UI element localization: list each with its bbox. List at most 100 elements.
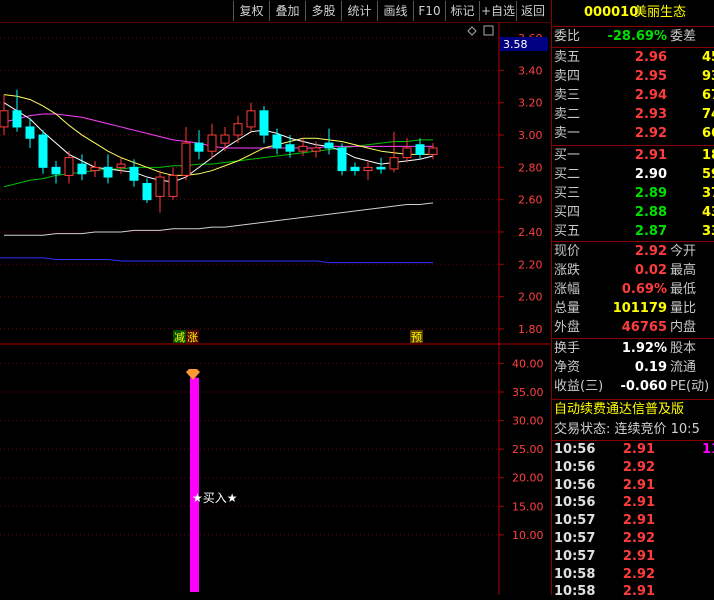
- moving-average-line-ma60: [4, 202, 434, 236]
- indicator-tick-label: 10.00: [512, 529, 544, 542]
- kline-chart[interactable]: 3.603.403.203.002.802.602.402.202.001.80…: [0, 22, 550, 595]
- stat-value: 0.69%: [621, 282, 667, 297]
- sell-level-label: 卖二: [554, 107, 581, 122]
- candle-body: [51, 166, 61, 175]
- stat-row: 涨幅 0.69% 最低: [552, 281, 714, 299]
- stat-row: 总量 101179 量比: [552, 300, 714, 318]
- chart-toolbar: 复权 叠加 多股 统计 画线 F10 标记 +自选 返回: [0, 0, 550, 22]
- tick-time: 10:56: [554, 459, 596, 475]
- candle-body: [298, 145, 308, 152]
- weibi-value: -28.69%: [607, 29, 667, 44]
- candle-body: [0, 110, 9, 128]
- sell-level-label: 卖五: [554, 50, 581, 65]
- tick-row: 10:56 2.91: [552, 477, 714, 494]
- buy-level-price: 2.87: [634, 224, 667, 239]
- candle-body: [376, 166, 386, 170]
- kline-chart-area[interactable]: 3.603.403.203.002.802.602.402.202.001.80…: [0, 22, 550, 595]
- tick-time: 10:56: [554, 495, 596, 511]
- draw-line-button[interactable]: 画线: [377, 1, 413, 21]
- sell-level-row[interactable]: 卖五 2.96 45: [552, 49, 714, 67]
- buy-level-row[interactable]: 买一 2.91 18: [552, 147, 714, 165]
- back-button[interactable]: 返回: [516, 1, 549, 21]
- fin-label: 换手: [554, 341, 581, 356]
- promo-banner-text[interactable]: 自动续费通达信普及版: [554, 401, 684, 419]
- moving-average-line-ma20: [3, 113, 433, 149]
- tick-price: 2.91: [622, 442, 655, 457]
- indicator-tick-label: 30.00: [512, 415, 544, 428]
- candle-body: [90, 166, 100, 172]
- stat-label-2: 量比: [670, 301, 697, 316]
- sell-level-row[interactable]: 卖二 2.93 74: [552, 106, 714, 124]
- multi-stock-button[interactable]: 多股: [305, 1, 341, 21]
- add-favorite-button[interactable]: +自选: [479, 1, 516, 21]
- stat-row: 现价 2.92 今开: [552, 243, 714, 261]
- fuquan-button[interactable]: 复权: [233, 1, 269, 21]
- trade-status-text: 交易状态: 连续竞价 10:5: [554, 422, 700, 437]
- stat-label: 总量: [554, 301, 581, 316]
- yu-marker: 预: [411, 331, 422, 344]
- sell-level-row[interactable]: 卖四 2.95 93: [552, 68, 714, 86]
- stat-label: 外盘: [554, 320, 581, 335]
- fin-value: 0.19: [634, 360, 667, 375]
- tick-time: 10:58: [554, 584, 596, 600]
- promo-banner[interactable]: 自动续费通达信普及版: [552, 401, 714, 419]
- sell-level-volume: 74: [702, 107, 714, 122]
- indicator-tick-label: 35.00: [512, 386, 544, 399]
- tick-row: 10:57 2.92: [552, 530, 714, 547]
- buy-level-row[interactable]: 买五 2.87 33: [552, 223, 714, 241]
- sell-level-label: 卖三: [554, 88, 581, 103]
- sell-level-row[interactable]: 卖三 2.94 67: [552, 87, 714, 105]
- candle-body: [194, 142, 204, 152]
- expand-icon: [483, 25, 494, 36]
- fin-value: -0.060: [620, 379, 667, 394]
- buy-level-row[interactable]: 买四 2.88 43: [552, 204, 714, 222]
- buy-level-label: 买三: [554, 186, 581, 201]
- fin-row: 收益(三) -0.060 PE(动): [552, 378, 714, 396]
- buy-level-price: 2.90: [634, 167, 667, 182]
- fin-label-2: 股本: [670, 341, 697, 356]
- sell-level-volume: 66: [702, 126, 714, 141]
- f10-button[interactable]: F10: [413, 1, 445, 21]
- tick-row: 10:56 2.92: [552, 459, 714, 476]
- buy-level-price: 2.88: [634, 205, 667, 220]
- stat-value: 2.92: [634, 244, 667, 259]
- price-tick-label: 2.80: [518, 161, 543, 174]
- candle-body: [272, 134, 282, 149]
- mark-button[interactable]: 标记: [445, 1, 479, 21]
- fin-label: 净资: [554, 360, 581, 375]
- buy-signal-label: ★买入★: [192, 491, 238, 505]
- candle-body: [428, 147, 438, 155]
- sell-level-row[interactable]: 卖一 2.92 66: [552, 125, 714, 143]
- fin-label: 收益(三): [554, 379, 604, 394]
- weibi-label: 委比: [554, 29, 581, 44]
- fin-label-2: PE(动): [670, 379, 710, 394]
- candle-body: [12, 110, 22, 128]
- price-tick-label: 2.00: [518, 291, 543, 304]
- buy-level-row[interactable]: 买三 2.89 37: [552, 185, 714, 203]
- tick-time: 10:57: [554, 513, 596, 529]
- zhang-marker: 涨: [187, 331, 198, 344]
- stat-label: 涨跌: [554, 263, 581, 278]
- candle-body: [389, 157, 399, 170]
- diamond-icon: [467, 26, 477, 36]
- buy-level-row[interactable]: 买二 2.90 59: [552, 166, 714, 184]
- indicator-bar: [190, 377, 199, 592]
- stat-value: 0.02: [634, 263, 667, 278]
- stat-label-2: 内盘: [670, 320, 697, 335]
- candle-body: [324, 142, 334, 149]
- buy-level-volume: 33: [702, 224, 714, 239]
- candle-body: [116, 163, 126, 168]
- current-price-label: 3.58: [503, 38, 528, 51]
- candle-body: [285, 144, 295, 152]
- tick-price: 2.92: [622, 459, 655, 475]
- quote-panel: 000010 美丽生态 委比 -28.69% 委差 卖五 2.96 45 卖四 …: [551, 0, 714, 599]
- candle-body: [207, 134, 217, 152]
- candle-body: [142, 183, 152, 201]
- stats-button[interactable]: 统计: [341, 1, 377, 21]
- candle-body: [38, 134, 48, 168]
- candle-body: [25, 126, 35, 139]
- overlay-button[interactable]: 叠加: [269, 1, 305, 21]
- price-tick-label: 3.20: [518, 97, 543, 110]
- buy-level-volume: 37: [702, 186, 714, 201]
- buy-level-price: 2.91: [634, 148, 667, 163]
